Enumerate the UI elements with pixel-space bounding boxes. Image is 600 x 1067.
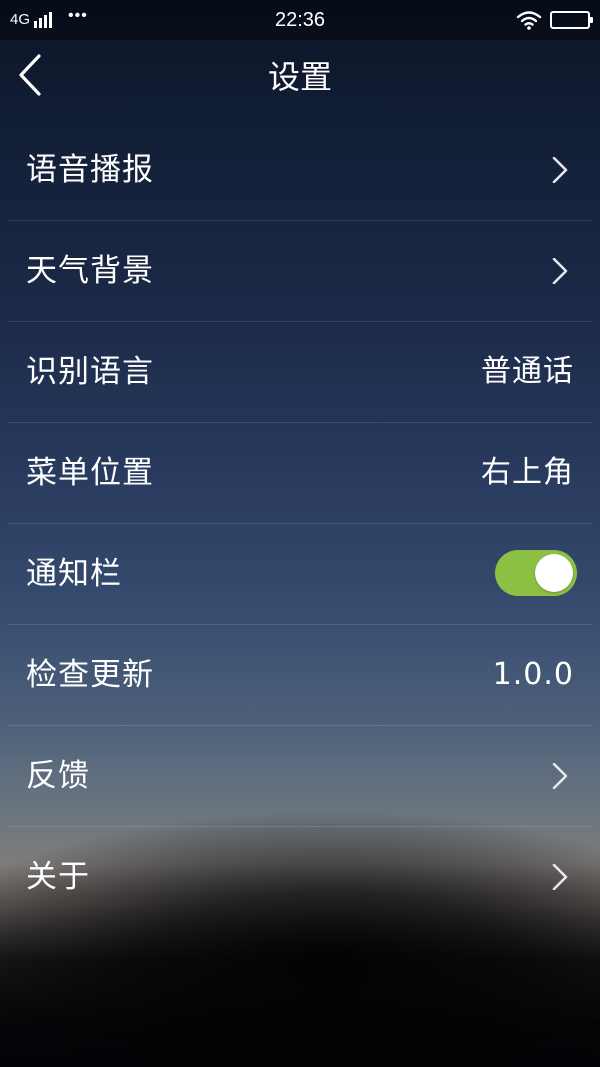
battery-icon <box>550 11 593 29</box>
row-label: 检查更新 <box>26 657 154 693</box>
row-label: 通知栏 <box>26 556 122 592</box>
page-title: 设置 <box>267 58 332 96</box>
settings-row-about[interactable]: 关于 <box>8 827 592 927</box>
row-label: 识别语言 <box>26 354 154 390</box>
row-label: 反馈 <box>26 758 90 794</box>
row-label: 关于 <box>26 859 90 895</box>
status-right <box>516 8 593 32</box>
row-label: 菜单位置 <box>26 455 154 491</box>
settings-row-notification-bar: 通知栏 <box>8 524 592 625</box>
wifi-icon <box>516 11 542 30</box>
chevron-right-icon <box>552 763 568 789</box>
chevron-right-icon <box>552 258 568 284</box>
settings-row-recognition-language[interactable]: 识别语言 普通话 <box>8 322 592 423</box>
settings-row-menu-position[interactable]: 菜单位置 右上角 <box>8 423 592 524</box>
settings-row-check-update[interactable]: 检查更新 1.0.0 <box>8 625 592 726</box>
settings-row-feedback[interactable]: 反馈 <box>8 726 592 827</box>
menu-position-value: 右上角 <box>481 455 574 490</box>
header: 设置 <box>0 40 600 120</box>
status-time: 22:36 <box>274 9 326 31</box>
chevron-right-icon <box>552 864 568 890</box>
chevron-right-icon <box>552 157 568 183</box>
settings-row-voice-broadcast[interactable]: 语音播报 <box>8 120 592 221</box>
toggle-knob <box>535 554 573 592</box>
version-value: 1.0.0 <box>492 657 574 692</box>
settings-list: 语音播报 天气背景 识别语言 普通话 菜单位置 右上角 通知栏 检查更新 1.0… <box>8 120 592 927</box>
status-bar: 4G ••• 22:36 <box>0 0 600 40</box>
settings-row-weather-background[interactable]: 天气背景 <box>8 221 592 322</box>
row-label: 语音播报 <box>26 152 154 188</box>
row-label: 天气背景 <box>26 253 154 289</box>
recognition-language-value: 普通话 <box>481 354 574 389</box>
notification-bar-toggle[interactable] <box>495 550 577 596</box>
